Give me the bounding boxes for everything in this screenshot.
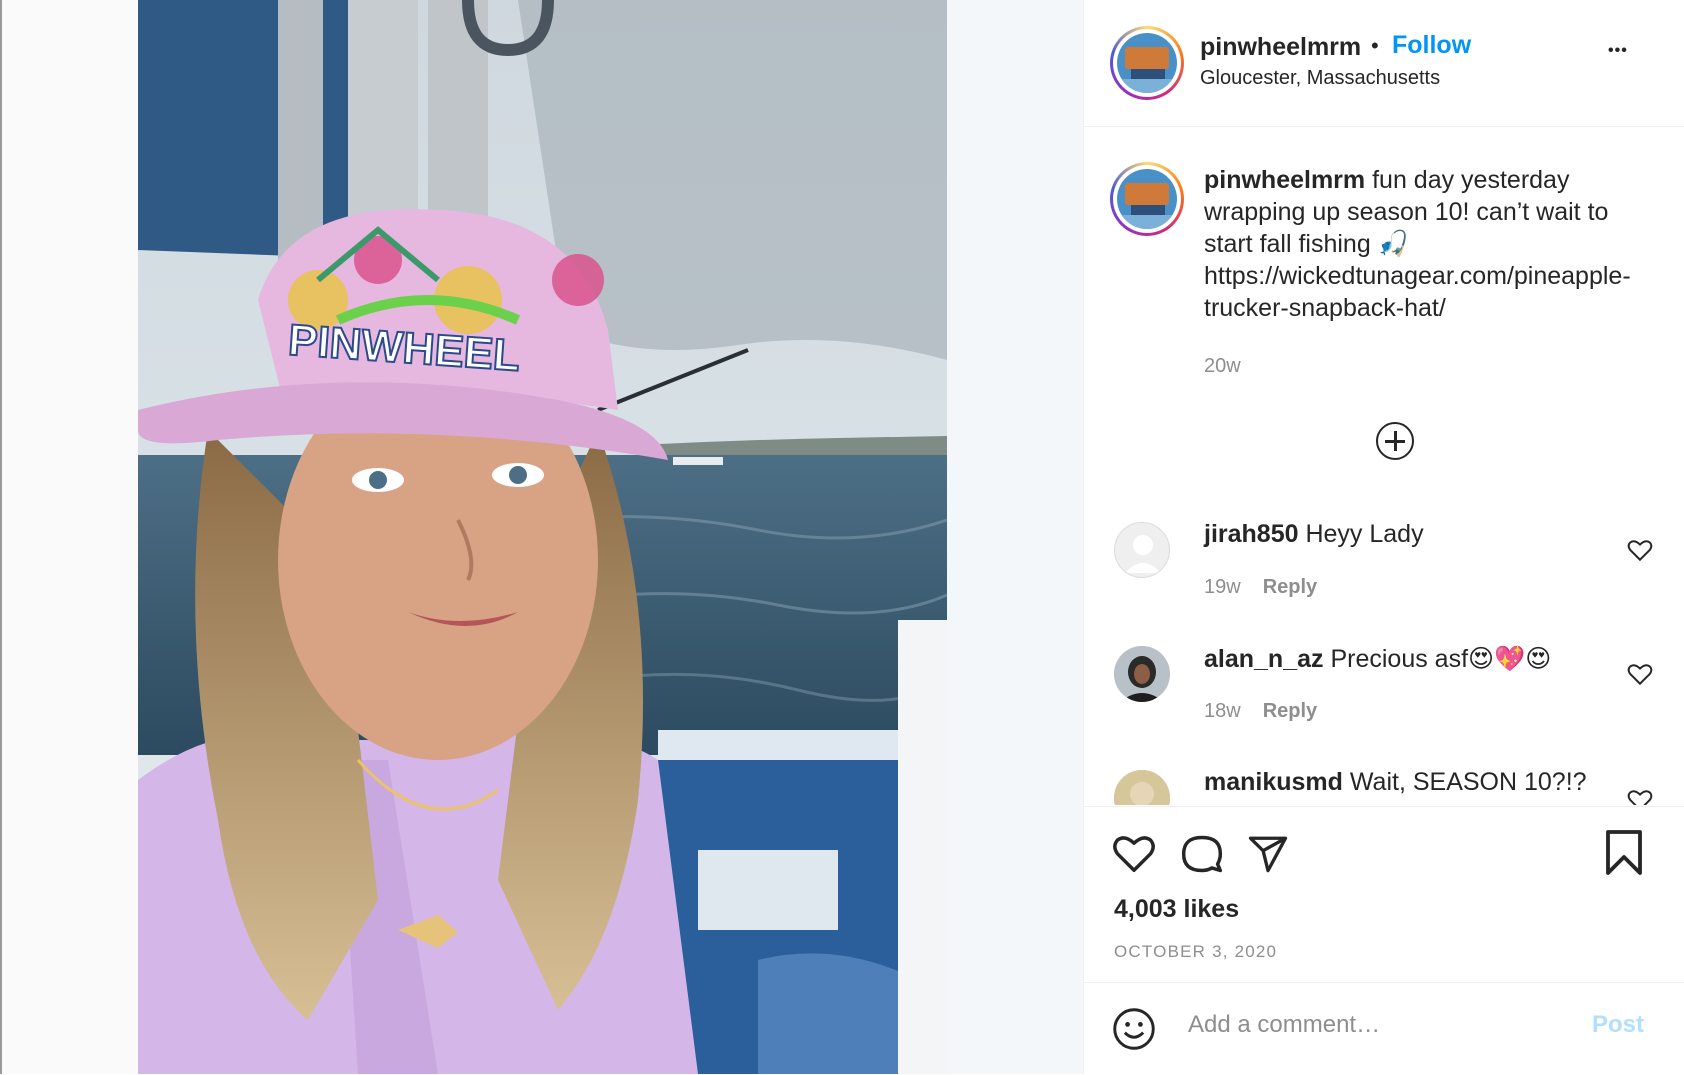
comment-heart-icon[interactable] [1627, 788, 1653, 805]
post-photo[interactable]: PINWHEEL [138, 0, 947, 1074]
post-caption: pinwheelmrm fun day yesterday wrapping u… [1204, 164, 1654, 324]
photo-illustration: PINWHEEL [138, 0, 947, 1074]
post-header: pinwheelmrm • Follow Gloucester, Massach… [1084, 0, 1684, 127]
plus-circle-icon[interactable] [1376, 422, 1414, 460]
comment-time[interactable]: 19w [1204, 576, 1241, 598]
commenter-avatar[interactable] [1114, 646, 1170, 702]
reply-button[interactable]: Reply [1263, 700, 1317, 722]
comment-heart-icon[interactable] [1627, 538, 1653, 562]
add-comment-input[interactable]: Add a comment… [1188, 1011, 1380, 1039]
caption-username[interactable]: pinwheelmrm [1204, 166, 1365, 194]
comment-text: Heyy Lady [1305, 520, 1424, 548]
caption-timestamp[interactable]: 20w [1204, 355, 1241, 378]
comment-text: Precious asf😍💖😍 [1330, 645, 1552, 673]
caption-avatar[interactable] [1110, 162, 1184, 236]
author-avatar[interactable] [1110, 26, 1184, 100]
post-side-panel: pinwheelmrm • Follow Gloucester, Massach… [1083, 0, 1684, 1074]
commenter-avatar[interactable] [1114, 770, 1170, 805]
heart-icon[interactable] [1112, 833, 1156, 873]
comment-time[interactable]: 18w [1204, 700, 1241, 722]
bookmark-icon[interactable] [1604, 829, 1644, 877]
likes-count[interactable]: 4,003 likes [1114, 895, 1239, 924]
commenter-photo [1114, 770, 1170, 805]
left-gutter [0, 0, 138, 1074]
reply-button[interactable]: Reply [1263, 576, 1317, 598]
comment-bubble-icon[interactable] [1180, 832, 1224, 876]
comment-username[interactable]: jirah850 [1204, 520, 1299, 548]
comment-username[interactable]: manikusmd [1204, 768, 1343, 796]
post-comment-button[interactable]: Post [1592, 1011, 1644, 1039]
smiley-icon[interactable] [1112, 1007, 1156, 1051]
header-separator: • [1371, 33, 1379, 58]
add-comment-bar: Add a comment… Post [1084, 982, 1684, 1075]
post-location[interactable]: Gloucester, Massachusetts [1200, 67, 1440, 90]
post-actions: 4,003 likes OCTOBER 3, 2020 [1084, 806, 1684, 983]
comment-heart-icon[interactable] [1627, 662, 1653, 686]
paper-plane-icon[interactable] [1246, 833, 1290, 875]
commenter-photo [1114, 646, 1170, 702]
comment-text: Wait, SEASON 10?!? [1349, 768, 1587, 796]
photo-right-gutter [947, 0, 1083, 1074]
more-options-icon[interactable]: ••• [1608, 42, 1628, 60]
comment-username[interactable]: alan_n_az [1204, 645, 1324, 673]
author-username[interactable]: pinwheelmrm [1200, 33, 1361, 62]
post-date: OCTOBER 3, 2020 [1114, 942, 1278, 961]
commenter-avatar[interactable] [1114, 522, 1170, 578]
follow-button[interactable]: Follow [1392, 31, 1471, 60]
default-user-icon [1125, 535, 1161, 573]
comments-list[interactable]: jirah850 Heyy Lady 19w Reply alan_n_az P… [1084, 500, 1684, 805]
